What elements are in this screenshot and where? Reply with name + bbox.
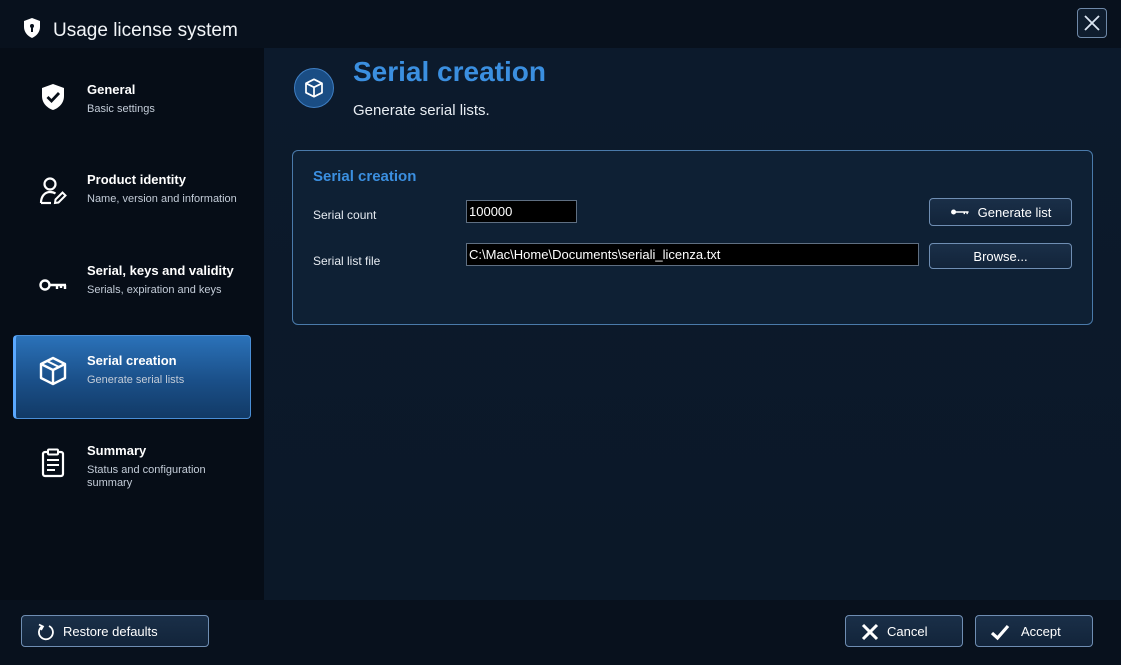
sidebar-item-serial-keys[interactable]: Serial, keys and validity Serials, expir… (13, 228, 251, 312)
restore-icon (38, 623, 54, 641)
window-title: Usage license system (53, 20, 238, 41)
accept-label: Accept (1021, 624, 1061, 639)
accept-button[interactable]: Accept (975, 615, 1093, 647)
page-subtitle: Generate serial lists. (353, 102, 490, 119)
clipboard-icon (41, 448, 65, 478)
sidebar-item-sub: Generate serial lists (87, 374, 185, 386)
sidebar-item-label: Serial, keys and validity (87, 263, 234, 278)
sidebar-item-label: Serial creation (87, 353, 177, 368)
sidebar-item-sub: Basic settings (87, 103, 155, 115)
check-icon (990, 624, 1010, 641)
cancel-label: Cancel (887, 624, 928, 639)
card-title: Serial creation (313, 168, 417, 185)
serial-count-input[interactable]: 100000 (466, 200, 577, 223)
sidebar-item-product-identity[interactable]: Product identity Name, version and infor… (13, 138, 251, 222)
sidebar-item-label: Summary (87, 443, 147, 458)
key-icon (39, 279, 67, 291)
shield-check-icon (42, 84, 64, 110)
close-icon (1084, 15, 1100, 31)
cube-icon (305, 78, 323, 98)
serial-count-label: Serial count (313, 208, 377, 222)
restore-defaults-button[interactable]: Restore defaults (21, 615, 209, 647)
sidebar-item-summary[interactable]: Summary Status and configuration summary (13, 408, 251, 492)
main-panel: Serial creation Generate serial lists. S… (264, 48, 1121, 600)
generate-list-button[interactable]: Generate list (929, 198, 1072, 226)
page-icon (294, 68, 334, 108)
sidebar-item-sub: Serials, expiration and keys (87, 284, 222, 296)
sidebar-item-label: Product identity (87, 172, 186, 187)
restore-defaults-label: Restore defaults (63, 624, 158, 639)
close-icon (861, 623, 879, 641)
title-bar: Usage license system (0, 0, 1121, 48)
page-title: Serial creation (353, 56, 546, 87)
footer-bar: Restore defaults Cancel Accept (0, 600, 1121, 665)
user-edit-icon (39, 177, 67, 205)
sidebar: General Basic settings Product identity … (0, 48, 264, 600)
cancel-button[interactable]: Cancel (845, 615, 963, 647)
generate-list-label: Generate list (977, 204, 1052, 220)
serial-creation-card: Serial creation Serial count 100000 Gene… (292, 150, 1093, 325)
browse-button[interactable]: Browse... (929, 243, 1072, 269)
sidebar-item-general[interactable]: General Basic settings (13, 48, 251, 132)
cube-icon (39, 356, 67, 386)
serial-file-label: Serial list file (313, 254, 381, 268)
key-icon (950, 209, 969, 215)
sidebar-item-sub: Status and configuration summary (87, 464, 206, 489)
sidebar-item-sub: Name, version and information (87, 193, 237, 205)
sidebar-item-label: General (87, 82, 136, 97)
serial-file-input[interactable]: C:\Mac\Home\Documents\seriali_licenza.tx… (466, 243, 919, 266)
sidebar-item-serial-creation[interactable]: Serial creation Generate serial lists (13, 335, 251, 419)
shield-lock-icon (24, 18, 40, 38)
close-button[interactable] (1077, 8, 1107, 38)
browse-label: Browse... (973, 248, 1028, 264)
